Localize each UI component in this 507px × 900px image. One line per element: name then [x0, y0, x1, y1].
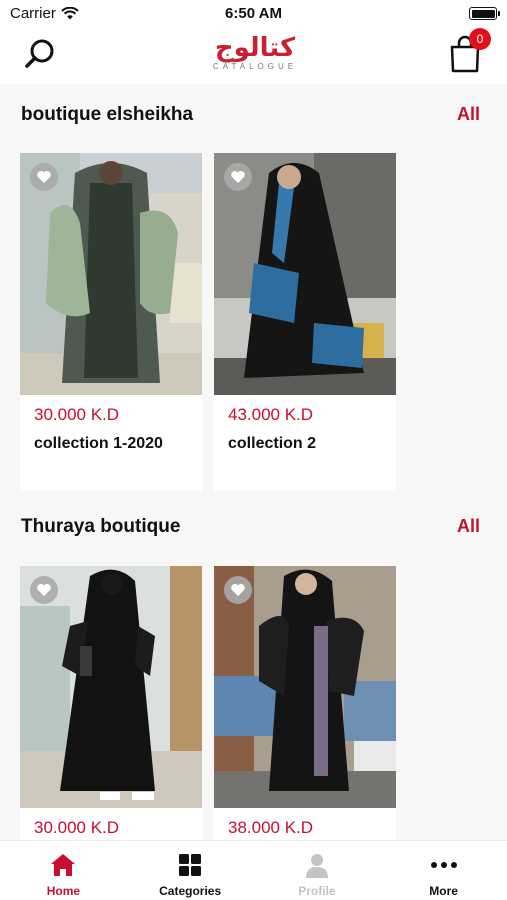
section-header-boutique-elsheikha: boutique elsheikha All [0, 98, 507, 134]
tab-label: Profile [298, 884, 336, 898]
home-icon [51, 854, 76, 876]
favorite-button[interactable] [30, 576, 58, 604]
product-name: collection 2 [228, 435, 317, 452]
favorite-button[interactable] [224, 576, 252, 604]
tab-home[interactable]: Home [0, 841, 127, 900]
product-price: 30.000 K.D [34, 818, 120, 837]
heart-icon [231, 171, 245, 183]
view-all-link[interactable]: All [457, 104, 480, 125]
heart-icon [37, 171, 51, 183]
logo-arabic-text: كتالوج [214, 33, 296, 63]
status-bar: Carrier 6:50 AM [0, 0, 507, 28]
product-price: 30.000 K.D [34, 405, 120, 424]
cart-count-badge: 0 [469, 28, 491, 50]
tab-label: More [429, 884, 458, 898]
top-nav-bar: كتالوج CATALOGUE 0 [0, 28, 507, 84]
product-price: 43.000 K.D [228, 405, 314, 424]
search-button[interactable] [22, 36, 60, 74]
bottom-tab-bar: Home Categories Profile More [0, 840, 507, 900]
search-icon [25, 39, 54, 68]
product-card[interactable]: 30.000 K.D [20, 566, 202, 840]
section-title: Thuraya boutique [21, 516, 181, 537]
user-icon [305, 854, 328, 878]
tab-categories[interactable]: Categories [127, 841, 254, 900]
heart-icon [37, 584, 51, 596]
tab-label: Home [46, 884, 81, 898]
tab-profile[interactable]: Profile [254, 841, 381, 900]
logo-subtitle: CATALOGUE [212, 62, 298, 71]
section-header-thuraya-boutique: Thuraya boutique All [0, 510, 507, 546]
tab-more[interactable]: More [380, 841, 507, 900]
product-card[interactable]: 43.000 K.D collection 2 [214, 153, 396, 491]
product-card[interactable]: 30.000 K.D collection 1-2020 [20, 153, 202, 491]
product-name: collection 1-2020 [34, 435, 163, 452]
battery-icon [469, 7, 500, 20]
product-card[interactable]: 38.000 K.D [214, 566, 396, 840]
app-logo: كتالوج CATALOGUE [170, 34, 340, 78]
view-all-link[interactable]: All [457, 516, 480, 537]
favorite-button[interactable] [224, 163, 252, 191]
tab-label: Categories [159, 884, 222, 898]
grid-icon [179, 854, 202, 876]
cart-button[interactable]: 0 [447, 28, 491, 76]
status-time: 6:50 AM [225, 5, 282, 22]
favorite-button[interactable] [30, 163, 58, 191]
heart-icon [231, 584, 245, 596]
section-title: boutique elsheikha [21, 104, 194, 125]
product-price: 38.000 K.D [228, 818, 314, 837]
more-icon [430, 862, 457, 868]
